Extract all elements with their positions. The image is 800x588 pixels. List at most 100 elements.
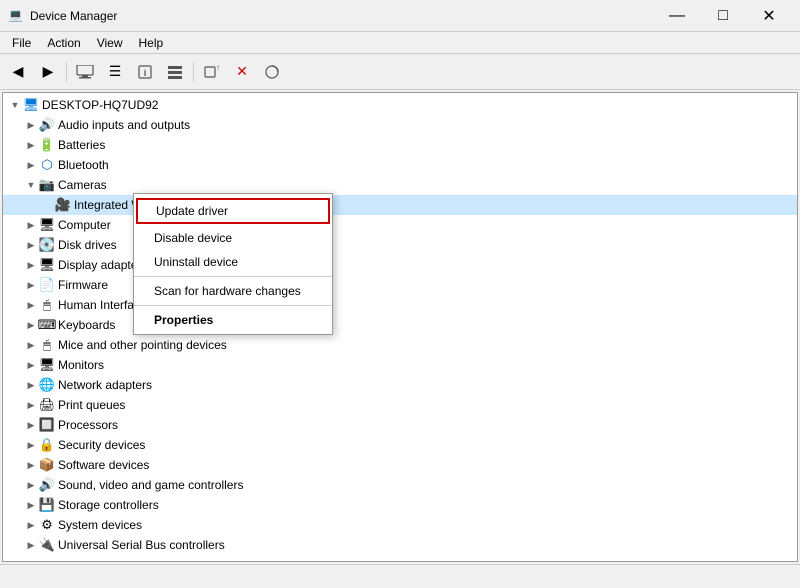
sound-label: Sound, video and game controllers [58,478,243,492]
firmware-toggle[interactable]: ▶ [23,277,39,293]
tree-item-software[interactable]: ▶ 📦 Software devices [3,455,797,475]
tree-item-monitors[interactable]: ▶ 🖥 Monitors [3,355,797,375]
tree-item-cameras[interactable]: ▼ 📷 Cameras [3,175,797,195]
sound-icon: 🔊 [39,477,55,493]
monitors-toggle[interactable]: ▶ [23,357,39,373]
help-properties-button[interactable]: i [131,58,159,86]
batteries-icon: 🔋 [39,137,55,153]
tree-item-storage[interactable]: ▶ 💾 Storage controllers [3,495,797,515]
computer-toggle[interactable]: ▶ [23,217,39,233]
mice-icon: 🖱 [39,337,55,353]
tree-item-sound[interactable]: ▶ 🔊 Sound, video and game controllers [3,475,797,495]
close-button[interactable]: ✕ [746,0,792,32]
context-properties[interactable]: Properties [134,308,332,332]
keyboards-label: Keyboards [58,318,115,332]
tree-item-security[interactable]: ▶ 🔒 Security devices [3,435,797,455]
mice-label: Mice and other pointing devices [58,338,227,352]
minimize-button[interactable]: — [654,0,700,32]
system-toggle[interactable]: ▶ [23,517,39,533]
back-button[interactable]: ◀ [4,58,32,86]
tree-item-bluetooth[interactable]: ▶ ⬡ Bluetooth [3,155,797,175]
toolbar: ◀ ▶ ☰ i ↑ ✕ [0,54,800,90]
tree-item-keyboards[interactable]: ▶ ⌨ Keyboards [3,315,797,335]
bluetooth-label: Bluetooth [58,158,109,172]
tree-item-mice[interactable]: ▶ 🖱 Mice and other pointing devices [3,335,797,355]
tree-item-hid[interactable]: ▶ 🖱 Human Interface Devices [3,295,797,315]
software-icon: 📦 [39,457,55,473]
system-label: System devices [58,518,142,532]
menu-view[interactable]: View [89,34,131,52]
print-toggle[interactable]: ▶ [23,397,39,413]
disk-toggle[interactable]: ▶ [23,237,39,253]
maximize-button[interactable]: □ [700,0,746,32]
menu-help[interactable]: Help [131,34,172,52]
display-toggle[interactable]: ▶ [23,257,39,273]
network-label: Network adapters [58,378,152,392]
menu-file[interactable]: File [4,34,39,52]
tree-item-usb[interactable]: ▶ 🔌 Universal Serial Bus controllers [3,535,797,555]
keyboards-toggle[interactable]: ▶ [23,317,39,333]
svg-text:i: i [144,68,147,78]
tree-item-audio[interactable]: ▶ 🔊 Audio inputs and outputs [3,115,797,135]
toolbar-separator-1 [66,62,67,82]
security-icon: 🔒 [39,437,55,453]
computer-icon [76,65,94,79]
tree-item-batteries[interactable]: ▶ 🔋 Batteries [3,135,797,155]
network-toggle[interactable]: ▶ [23,377,39,393]
title-bar-buttons: — □ ✕ [654,0,792,32]
mice-toggle[interactable]: ▶ [23,337,39,353]
context-update-driver[interactable]: Update driver [136,198,330,224]
tree-item-computer[interactable]: ▶ 🖥 Computer [3,215,797,235]
processors-toggle[interactable]: ▶ [23,417,39,433]
list-button[interactable]: ☰ [101,58,129,86]
root-toggle[interactable]: ▼ [7,97,23,113]
system-icon: ⚙ [39,517,55,533]
cameras-toggle[interactable]: ▼ [23,177,39,193]
storage-toggle[interactable]: ▶ [23,497,39,513]
hid-toggle[interactable]: ▶ [23,297,39,313]
context-uninstall-device[interactable]: Uninstall device [134,250,332,274]
toolbar-separator-2 [193,62,194,82]
processors-icon: 🔲 [39,417,55,433]
software-toggle[interactable]: ▶ [23,457,39,473]
computer-button[interactable] [71,58,99,86]
tree-item-system[interactable]: ▶ ⚙ System devices [3,515,797,535]
print-label: Print queues [58,398,125,412]
batteries-toggle[interactable]: ▶ [23,137,39,153]
status-bar [0,564,800,588]
security-toggle[interactable]: ▶ [23,437,39,453]
scan-button[interactable] [258,58,286,86]
audio-label: Audio inputs and outputs [58,118,190,132]
hid-icon: 🖱 [39,297,55,313]
tree-item-processors[interactable]: ▶ 🔲 Processors [3,415,797,435]
scan-icon [264,64,280,80]
usb-icon: 🔌 [39,537,55,553]
title-bar: 💻 Device Manager — □ ✕ [0,0,800,32]
context-menu-separator-2 [134,305,332,306]
view-button[interactable] [161,58,189,86]
tree-item-network[interactable]: ▶ 🌐 Network adapters [3,375,797,395]
menu-action[interactable]: Action [39,34,88,52]
context-disable-device[interactable]: Disable device [134,226,332,250]
disk-icon: 💽 [39,237,55,253]
forward-button[interactable]: ▶ [34,58,62,86]
sound-toggle[interactable]: ▶ [23,477,39,493]
tree-item-webcam[interactable]: 🎥 Integrated Webcam [3,195,797,215]
root-icon: 🖥 [23,97,39,113]
context-scan-hardware[interactable]: Scan for hardware changes [134,279,332,303]
app-title: Device Manager [30,9,654,23]
device-tree[interactable]: ▼ 🖥 DESKTOP-HQ7UD92 ▶ 🔊 Audio inputs and… [3,93,797,561]
uninstall-button[interactable]: ✕ [228,58,256,86]
audio-toggle[interactable]: ▶ [23,117,39,133]
tree-item-firmware[interactable]: ▶ 📄 Firmware [3,275,797,295]
tree-item-display[interactable]: ▶ 🖥 Display adapters [3,255,797,275]
audio-icon: 🔊 [39,117,55,133]
usb-toggle[interactable]: ▶ [23,537,39,553]
computer-icon: 🖥 [39,217,55,233]
tree-item-disk[interactable]: ▶ 💽 Disk drives [3,235,797,255]
tree-root[interactable]: ▼ 🖥 DESKTOP-HQ7UD92 [3,95,797,115]
storage-label: Storage controllers [58,498,159,512]
update-driver-button[interactable]: ↑ [198,58,226,86]
tree-item-print[interactable]: ▶ 🖨 Print queues [3,395,797,415]
bluetooth-toggle[interactable]: ▶ [23,157,39,173]
